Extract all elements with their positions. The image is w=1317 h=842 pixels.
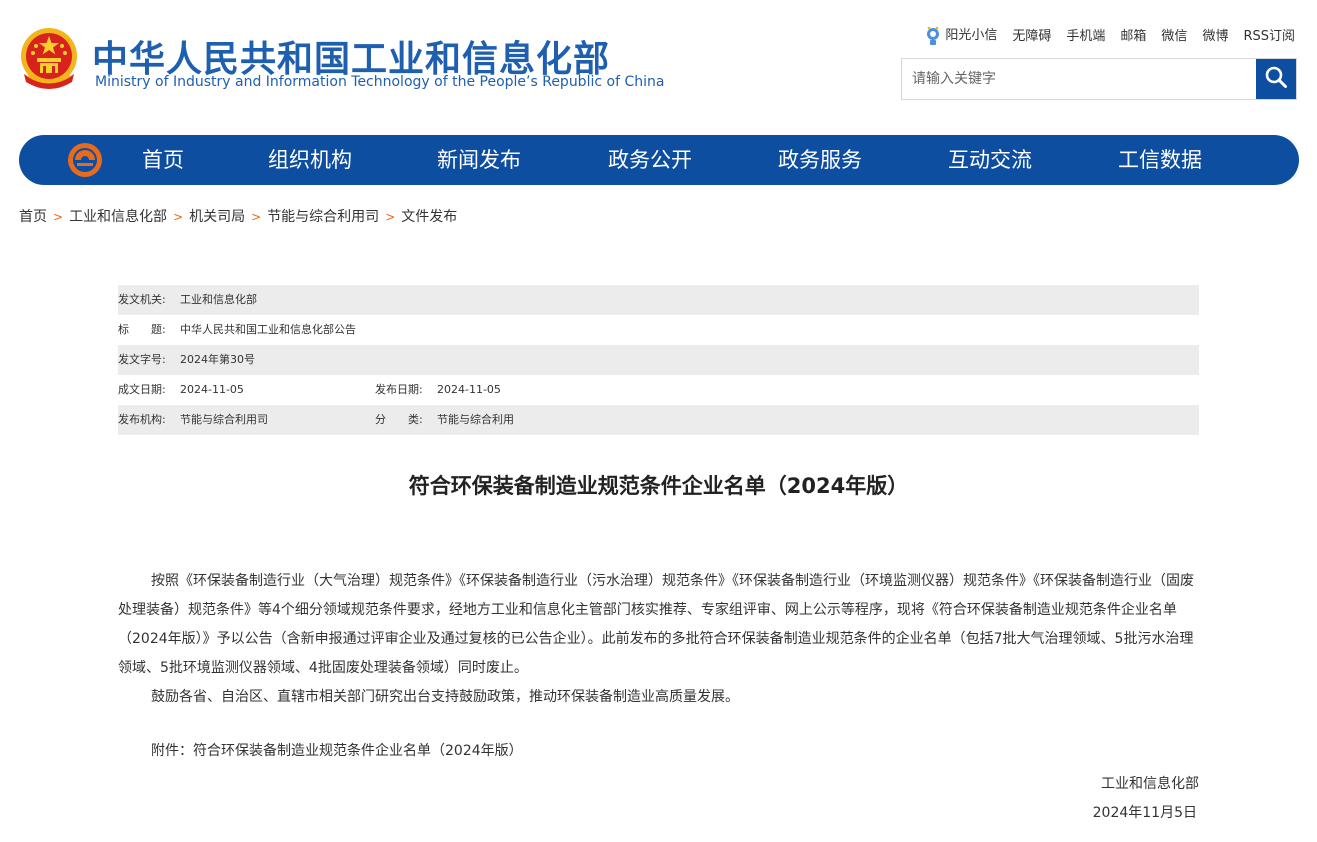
nav-item-data[interactable]: 工信数据 (1118, 135, 1202, 185)
published-date-label: 发布日期: (375, 383, 423, 396)
top-link-wechat[interactable]: 微信 (1161, 25, 1187, 44)
top-link-weibo[interactable]: 微博 (1202, 25, 1228, 44)
breadcrumb-documents[interactable]: 文件发布 (401, 209, 457, 225)
breadcrumb-separator: > (53, 210, 64, 224)
nav-logo-icon (67, 142, 103, 178)
created-date-label: 成文日期: (118, 383, 166, 396)
breadcrumb-home[interactable]: 首页 (19, 209, 47, 225)
signature-org: 工业和信息化部 (1101, 776, 1199, 792)
article-paragraph: 鼓励各省、自治区、直辖市相关部门研究出台支持鼓励政策，推动环保装备制造业高质量发… (151, 689, 739, 705)
breadcrumb-energy-saving-dept[interactable]: 节能与综合利用司 (267, 209, 379, 225)
top-link-label: 阳光小信 (945, 28, 998, 43)
title-label: 标 题: (118, 323, 166, 336)
nav-item-interaction[interactable]: 互动交流 (948, 135, 1032, 185)
nav-item-news[interactable]: 新闻发布 (437, 135, 521, 185)
breadcrumb: 首页 > 工业和信息化部 > 机关司局 > 节能与综合利用司 > 文件发布 (19, 206, 457, 226)
issuer-label: 发文机关: (118, 293, 166, 306)
nav-item-organization[interactable]: 组织机构 (268, 135, 352, 185)
nav-item-government-services[interactable]: 政务服务 (778, 135, 862, 185)
attachment-link[interactable]: 附件：符合环保装备制造业规范条件企业名单（2024年版） (151, 740, 523, 760)
article-title: 符合环保装备制造业规范条件企业名单（2024年版） (408, 474, 909, 498)
search-box (901, 58, 1297, 100)
search-input[interactable] (902, 59, 1258, 99)
nav-item-government-affairs[interactable]: 政务公开 (608, 135, 692, 185)
created-date-value: 2024-11-05 (180, 383, 244, 396)
search-button[interactable] (1256, 59, 1296, 99)
breadcrumb-miit[interactable]: 工业和信息化部 (69, 209, 167, 225)
top-link-mail[interactable]: 邮箱 (1120, 25, 1146, 44)
breadcrumb-separator: > (251, 210, 262, 224)
docno-label: 发文字号: (118, 353, 166, 366)
org-label: 发布机构: (118, 413, 166, 426)
top-link-sunshine[interactable]: 阳光小信 (925, 24, 997, 46)
info-row-org: 发布机构: 节能与综合利用司 分 类: 节能与综合利用 (118, 405, 1199, 435)
title-value: 中华人民共和国工业和信息化部公告 (180, 323, 356, 336)
org-value: 节能与综合利用司 (180, 413, 268, 426)
issuer-value: 工业和信息化部 (180, 293, 257, 306)
nav-item-home[interactable]: 首页 (142, 135, 184, 185)
breadcrumb-departments[interactable]: 机关司局 (189, 209, 245, 225)
category-label: 分 类: (375, 413, 423, 426)
article-body: 按照《环保装备制造行业（大气治理）规范条件》《环保装备制造行业（污水治理）规范条… (118, 567, 1199, 712)
top-link-mobile[interactable]: 手机端 (1066, 25, 1105, 44)
main-nav: 首页 组织机构 新闻发布 政务公开 政务服务 互动交流 工信数据 (19, 135, 1299, 185)
docno-value: 2024年第30号 (180, 353, 255, 366)
article-paragraph: 按照《环保装备制造行业（大气治理）规范条件》《环保装备制造行业（污水治理）规范条… (118, 573, 1194, 676)
info-row-dates: 成文日期: 2024-11-05 发布日期: 2024-11-05 (118, 375, 1199, 405)
top-links: 阳光小信 无障碍 手机端 邮箱 微信 微博 RSS订阅 (925, 24, 1295, 46)
top-link-rss[interactable]: RSS订阅 (1243, 25, 1295, 44)
signature-date: 2024年11月5日 (1092, 805, 1197, 821)
category-value: 节能与综合利用 (437, 413, 514, 426)
site-subtitle: Ministry of Industry and Information Tec… (95, 74, 665, 90)
search-icon (1264, 65, 1288, 93)
national-emblem-icon (18, 26, 80, 92)
info-row-title: 标 题: 中华人民共和国工业和信息化部公告 (118, 315, 1199, 345)
document-info-table: 发文机关: 工业和信息化部 标 题: 中华人民共和国工业和信息化部公告 发文字号… (118, 285, 1199, 435)
info-row-docno: 发文字号: 2024年第30号 (118, 345, 1199, 375)
breadcrumb-separator: > (173, 210, 184, 224)
breadcrumb-separator: > (385, 210, 396, 224)
published-date-value: 2024-11-05 (437, 383, 501, 396)
sunshine-icon (925, 26, 941, 46)
info-row-issuer: 发文机关: 工业和信息化部 (118, 285, 1199, 315)
top-link-accessibility[interactable]: 无障碍 (1012, 25, 1051, 44)
